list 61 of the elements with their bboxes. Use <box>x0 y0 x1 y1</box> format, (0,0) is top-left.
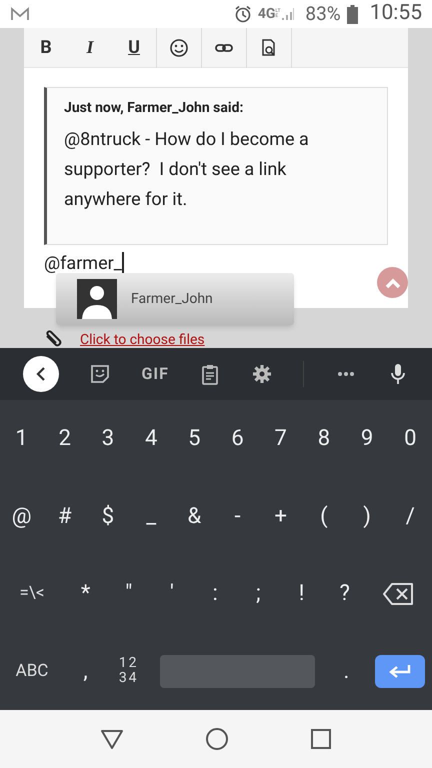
keyboard-key[interactable]: 0 <box>404 422 416 456</box>
clock-time: 10:55 <box>370 0 422 28</box>
keyboard-key[interactable]: * <box>80 577 90 610</box>
format-button[interactable]: U <box>112 28 156 68</box>
keyboard-key[interactable]: : <box>212 577 218 610</box>
avatar-icon <box>77 279 117 319</box>
chevron-left-icon <box>35 367 48 381</box>
keyboard-key[interactable]: 1 <box>15 422 28 456</box>
format-button[interactable]: B <box>24 28 68 68</box>
keyboard-key[interactable]: . <box>344 654 350 688</box>
keyboard-key[interactable]: ? <box>340 577 350 610</box>
keyboard-key[interactable]: 2 <box>58 422 71 456</box>
keyboard-key[interactable]: ) <box>363 500 371 533</box>
recents-square-icon[interactable] <box>310 728 332 750</box>
enter-icon <box>388 663 412 680</box>
format-button[interactable]: I <box>68 28 112 68</box>
quote-header: Just now, Farmer_John said: <box>64 99 244 118</box>
back-triangle-icon[interactable] <box>100 728 124 750</box>
back-button[interactable] <box>23 356 60 392</box>
numbers-key[interactable]: 12 34 <box>118 656 139 686</box>
keyboard-key[interactable]: ' <box>170 577 174 610</box>
keyboard-key[interactable]: - <box>234 500 241 533</box>
enter-key[interactable] <box>375 654 425 688</box>
keyboard-key[interactable]: 7 <box>274 422 287 456</box>
battery-percent: 83% <box>305 0 341 27</box>
keyboard-key[interactable]: ! <box>298 577 304 610</box>
keyboard-key[interactable]: _ <box>146 500 156 533</box>
keyboard-key[interactable]: 4 <box>144 422 158 456</box>
keyboard-key[interactable]: =\< <box>20 581 44 606</box>
keyboard-key[interactable]: @ <box>12 500 32 533</box>
settings-icon[interactable] <box>251 363 274 385</box>
choose-files-link[interactable]: Click to choose files <box>80 332 205 348</box>
mail-icon <box>10 6 30 22</box>
smiley-icon[interactable] <box>169 38 189 58</box>
keyboard-key[interactable]: 6 <box>231 422 244 456</box>
keyboard-key[interactable]: 3 <box>102 422 114 456</box>
keyboard-key[interactable]: 8 <box>318 422 330 456</box>
keyboard-key[interactable]: + <box>274 500 287 533</box>
keyboard-key[interactable]: 9 <box>360 422 374 456</box>
mention-item[interactable]: Farmer_John <box>56 273 294 325</box>
keyboard-key[interactable]: / <box>406 500 415 533</box>
keyboard-key[interactable]: ABC <box>16 658 48 684</box>
sticker-icon[interactable] <box>89 363 112 385</box>
keyboard-key[interactable]: , <box>83 654 88 688</box>
keyboard-key[interactable]: & <box>188 500 202 533</box>
keyboard-key[interactable]: $ <box>102 500 114 533</box>
alarm-clock-icon <box>234 5 252 23</box>
signal-icon <box>281 7 296 21</box>
keyboard-key[interactable]: ; <box>256 577 261 610</box>
chevron-up-icon <box>384 276 400 288</box>
keyboard-key[interactable]: ( <box>320 500 328 533</box>
network-label: 4G <box>258 7 276 21</box>
keyboard-key[interactable]: 5 <box>188 422 201 456</box>
home-circle-icon[interactable] <box>204 727 229 751</box>
backspace-key[interactable] <box>382 582 414 606</box>
keyboard-key[interactable]: # <box>58 500 72 533</box>
gif-button[interactable]: GIF <box>142 362 169 386</box>
keyboard-key[interactable]: " <box>125 577 132 610</box>
quote-text: @8ntruck - How do I become a supporter? I don't see a link anywhere for it. <box>64 128 310 212</box>
battery-icon <box>346 4 358 24</box>
backspace-icon <box>382 582 414 606</box>
